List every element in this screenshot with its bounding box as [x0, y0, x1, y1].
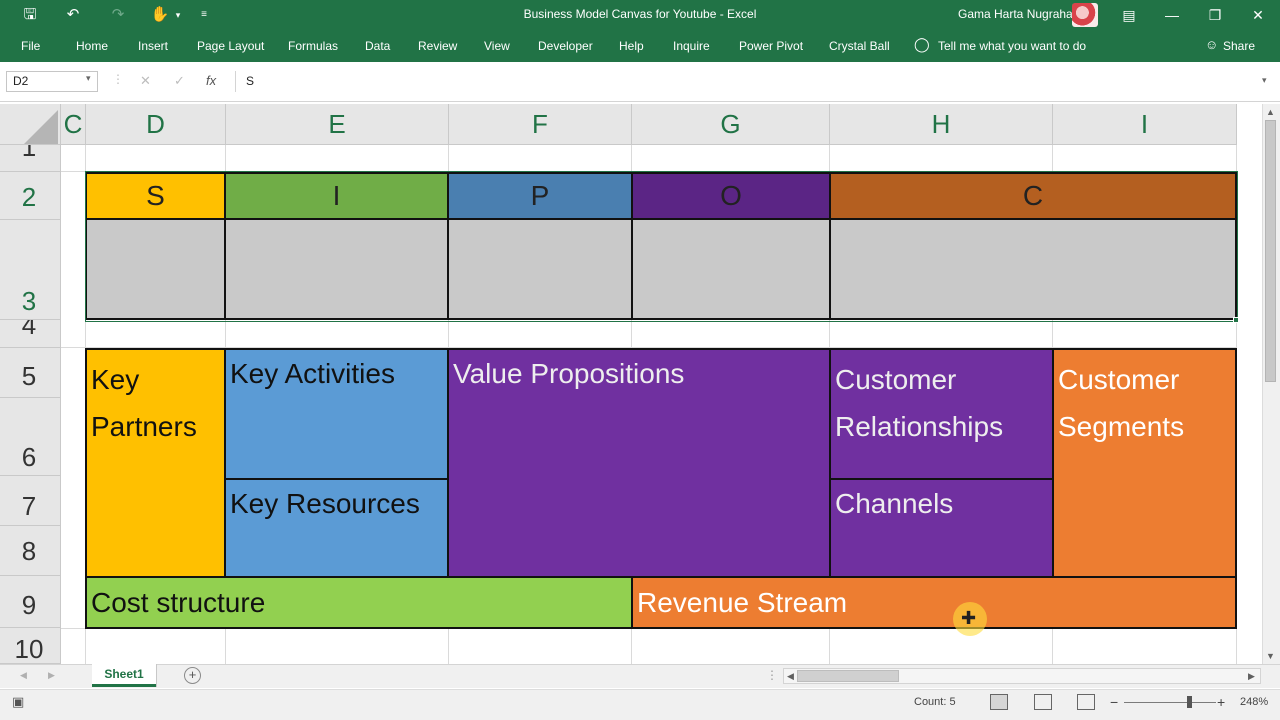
row-header-3[interactable]: 3 [0, 220, 61, 320]
scroll-right-icon[interactable]: ▶ [1248, 671, 1255, 682]
avatar[interactable] [1072, 3, 1098, 27]
title-bar: 🖫 ↶ ↷ ✋ ▾ ≡ Business Model Canvas for Yo… [0, 0, 1280, 30]
row-header-6[interactable]: 6 [0, 398, 61, 476]
zoom-out-button[interactable]: − [1110, 694, 1118, 710]
tab-crystal-ball[interactable]: Crystal Ball [829, 39, 890, 53]
tab-insert[interactable]: Insert [138, 39, 168, 53]
revenue-stream-cell[interactable]: Revenue Stream [631, 576, 1237, 629]
tab-view[interactable]: View [484, 39, 510, 53]
sipoc-body-o[interactable] [631, 218, 831, 320]
share-person-icon: ☺ [1205, 37, 1219, 52]
row-header-5[interactable]: 5 [0, 348, 61, 398]
tab-home[interactable]: Home [76, 39, 108, 53]
tab-data[interactable]: Data [365, 39, 390, 53]
vertical-scroll-thumb[interactable] [1265, 120, 1276, 382]
row-header-1[interactable]: 1 [0, 145, 61, 172]
sipoc-body-p[interactable] [447, 218, 633, 320]
tab-inquire[interactable]: Inquire [673, 39, 710, 53]
tab-split-handle-icon[interactable]: ⋮ [766, 668, 778, 682]
name-box[interactable]: D2 [6, 71, 98, 92]
minimize-icon[interactable]: — [1162, 5, 1182, 25]
row-header-8[interactable]: 8 [0, 526, 61, 576]
tab-power-pivot[interactable]: Power Pivot [739, 39, 803, 53]
page-layout-view-icon[interactable] [1034, 694, 1052, 710]
row-header-2[interactable]: 2 [0, 172, 61, 220]
column-header-d[interactable]: D [86, 104, 226, 145]
column-header-c[interactable]: C [61, 104, 86, 145]
column-header-e[interactable]: E [226, 104, 449, 145]
normal-view-icon[interactable] [990, 694, 1008, 710]
sipoc-header-o[interactable]: O [631, 172, 831, 220]
select-all-triangle [24, 110, 58, 144]
user-name[interactable]: Gama Harta Nugraha [958, 7, 1073, 21]
page-break-preview-icon[interactable] [1077, 694, 1095, 710]
value-propositions-cell[interactable]: Value Propositions [447, 348, 831, 578]
insert-function-icon[interactable]: fx [206, 73, 216, 88]
column-header-f[interactable]: F [449, 104, 632, 145]
add-sheet-button[interactable]: + [184, 667, 201, 684]
key-partners-cell[interactable]: Key Partners [85, 348, 226, 578]
zoom-level[interactable]: 248% [1240, 696, 1268, 708]
name-box-dropdown-icon[interactable]: ▾ [86, 73, 91, 84]
tab-developer[interactable]: Developer [538, 39, 593, 53]
lightbulb-icon: ◯ [914, 36, 930, 52]
sheet-tab-sheet1[interactable]: Sheet1 [92, 664, 156, 687]
zoom-slider[interactable] [1124, 702, 1216, 703]
key-activities-cell[interactable]: Key Activities [224, 348, 449, 480]
column-header-h[interactable]: H [830, 104, 1053, 145]
expand-formula-bar-icon[interactable]: ▾ [1262, 75, 1267, 86]
channels-cell[interactable]: Channels [829, 478, 1054, 578]
macro-recording-icon[interactable]: ▣ [12, 694, 24, 710]
formula-input[interactable]: S [235, 71, 1275, 92]
customer-segments-cell[interactable]: Customer Segments [1052, 348, 1237, 578]
formula-bar-divider-icon: ⋮ [112, 72, 124, 86]
customer-relationships-cell[interactable]: Customer Relationships [829, 348, 1054, 480]
zoom-slider-thumb[interactable] [1187, 696, 1192, 708]
tab-page-layout[interactable]: Page Layout [197, 39, 264, 53]
sipoc-body-s[interactable] [85, 218, 226, 320]
key-resources-cell[interactable]: Key Resources [224, 478, 449, 578]
sipoc-header-c[interactable]: C [829, 172, 1237, 220]
sheet-scroll-right-icon[interactable]: ▶ [48, 670, 55, 681]
horizontal-scroll-thumb[interactable] [797, 670, 899, 682]
enter-icon[interactable]: ✓ [174, 73, 185, 89]
scroll-left-icon[interactable]: ◀ [787, 671, 794, 682]
cell-cursor-icon: ✚ [961, 608, 977, 628]
scroll-up-icon[interactable]: ▲ [1266, 107, 1275, 117]
fill-handle[interactable] [1233, 317, 1239, 323]
row-header-4[interactable]: 4 [0, 320, 61, 348]
sipoc-header-p[interactable]: P [447, 172, 633, 220]
close-icon[interactable]: ✕ [1248, 5, 1268, 25]
column-header-g[interactable]: G [632, 104, 830, 145]
tab-help[interactable]: Help [619, 39, 644, 53]
ribbon-tabs: File Home Insert Page Layout Formulas Da… [0, 30, 1280, 62]
share-button[interactable]: Share [1223, 39, 1255, 53]
tab-file[interactable]: File [21, 39, 40, 53]
tab-formulas[interactable]: Formulas [288, 39, 338, 53]
cancel-icon[interactable]: ✕ [140, 73, 151, 89]
sipoc-body-c[interactable] [829, 218, 1237, 320]
cost-structure-cell[interactable]: Cost structure [85, 576, 633, 629]
tell-me-search[interactable]: Tell me what you want to do [938, 39, 1086, 53]
zoom-in-button[interactable]: + [1217, 694, 1225, 710]
sipoc-header-i[interactable]: I [224, 172, 449, 220]
sipoc-header-s[interactable]: S [85, 172, 226, 220]
column-header-i[interactable]: I [1053, 104, 1237, 145]
restore-icon[interactable]: ❐ [1205, 5, 1225, 25]
tab-review[interactable]: Review [418, 39, 457, 53]
status-count: Count: 5 [914, 696, 956, 708]
row-header-9[interactable]: 9 [0, 576, 61, 628]
scroll-down-icon[interactable]: ▼ [1266, 651, 1275, 661]
row-header-10[interactable]: 10 [0, 628, 61, 664]
ribbon-display-options-icon[interactable]: ▤ [1119, 5, 1139, 25]
row-header-7[interactable]: 7 [0, 476, 61, 526]
sipoc-body-i[interactable] [224, 218, 449, 320]
sheet-scroll-left-icon[interactable]: ◀ [20, 670, 27, 681]
